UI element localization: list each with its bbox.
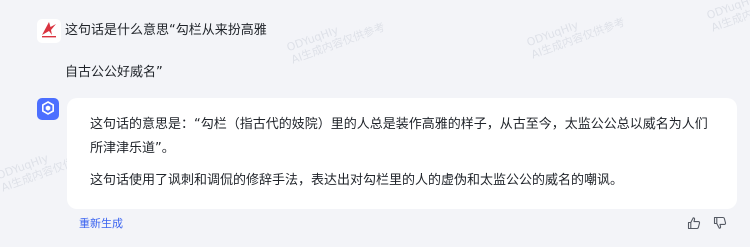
watermark: ODYuqHIy AI生成内容仅供参考 xyxy=(525,3,627,61)
watermark-text: AI生成内容仅供参考 xyxy=(529,15,627,62)
thumbs-up-icon[interactable] xyxy=(687,216,701,230)
answer-card: 这句话的意思是：“勾栏（指古代的妓院）里的人总是装作高雅的样子，从古至今，太监公… xyxy=(67,98,737,209)
watermark-id: ODYuqHIy xyxy=(285,23,341,55)
assistant-avatar xyxy=(37,98,59,120)
watermark-id: ODYuqHIy xyxy=(705,0,750,23)
watermark: ODYuqHIy AI生成内容仅供参考 xyxy=(705,0,750,34)
user-message-line-1: 这句话是什么意思“勾栏从来扮高雅 xyxy=(65,23,267,38)
hexagon-logo-icon xyxy=(41,100,55,119)
watermark: ODYuqHIy AI生成内容仅供参考 xyxy=(285,8,387,66)
answer-paragraph-2: 这句话使用了讽刺和调侃的修辞手法，表达出对勾栏里的人的虚伪和太监公公的威名的嘲讽… xyxy=(90,173,624,188)
user-message-line-2: 自古公公好威名” xyxy=(65,65,163,80)
watermark-text: AI生成内容仅供参考 xyxy=(289,20,387,67)
red-logo-icon xyxy=(39,19,59,43)
thumbs-down-icon[interactable] xyxy=(713,216,727,230)
watermark-id: ODYuqHIy xyxy=(525,18,581,50)
user-avatar xyxy=(37,19,61,43)
answer-paragraph-1: 这句话的意思是：“勾栏（指古代的妓院）里的人总是装作高雅的样子，从古至今，太监公… xyxy=(90,117,708,156)
watermark-text: AI生成内容仅供参考 xyxy=(709,0,750,35)
regenerate-button[interactable]: 重新生成 xyxy=(79,216,123,232)
